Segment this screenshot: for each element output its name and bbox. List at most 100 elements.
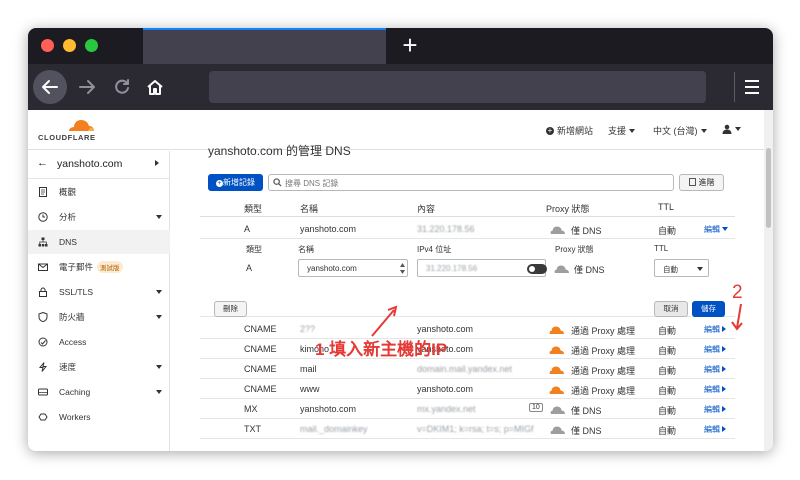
edit-label: 編輯: [704, 325, 720, 334]
sidebar-item-ssl-tls[interactable]: SSL/TLS: [28, 280, 170, 304]
record-ttl: 自動: [658, 326, 677, 336]
record-proxy: 通過 Proxy 處理: [571, 366, 636, 376]
table-row[interactable]: CNAME www yanshoto.com 通過 Proxy 處理 自動 編輯: [200, 379, 735, 399]
ttl-select-value: 自動: [663, 265, 678, 274]
user-icon: [722, 124, 732, 134]
sidebar-item-caching[interactable]: Caching: [28, 380, 170, 404]
cloud-grey-icon: [550, 426, 565, 434]
record-type: CNAME: [244, 324, 277, 334]
cloud-orange-icon: [549, 366, 564, 374]
minimize-window-button[interactable]: [63, 39, 76, 52]
home-button[interactable]: [138, 70, 172, 104]
edit-link[interactable]: 編輯: [704, 224, 728, 235]
record-ttl: 自動: [658, 226, 677, 236]
record-edit-panel: 類型 A 名稱 yanshoto.com IPv4 位址 31.220.178.…: [200, 239, 735, 317]
back-button[interactable]: [33, 70, 67, 104]
ttl-select[interactable]: 自動: [654, 259, 709, 277]
record-name: 2??: [300, 324, 316, 334]
add-record-label: 新增記錄: [223, 178, 255, 187]
col-content: 內容: [417, 204, 436, 214]
home-icon: [147, 80, 163, 95]
page-scrollbar[interactable]: [764, 110, 773, 451]
table-row[interactable]: CNAME 2?? yanshoto.com 通過 Proxy 處理 自動 編輯: [200, 319, 735, 339]
address-bar[interactable]: [209, 71, 706, 103]
web-page: CLOUDFLARE + 新增網站 支援 中文 (台灣) ← yanshoto.…: [28, 110, 773, 451]
add-site-link[interactable]: + 新增網站: [546, 124, 593, 137]
chevron-down-icon: [722, 227, 728, 231]
chevron-down-icon: [735, 127, 741, 131]
table-row[interactable]: CNAME mail domain.mail.yandex.net 通過 Proxy …: [200, 359, 735, 379]
table-row[interactable]: CNAME kimono yanshoto.com 通過 Proxy 處理 自動 編輯: [200, 339, 735, 359]
edit-link[interactable]: 編輯: [704, 324, 726, 335]
sidebar-item-[interactable]: 概觀: [28, 180, 170, 204]
record-proxy: 通過 Proxy 處理: [571, 346, 636, 356]
edit-link[interactable]: 編輯: [704, 364, 726, 375]
sidebar-item-label: 概觀: [59, 187, 77, 197]
chevron-down-icon: [697, 267, 703, 271]
table-row[interactable]: A yanshoto.com 31.220.178.56 僅 DNS 自動 編輯: [200, 219, 735, 239]
browser-window: + CLOUDFLARE + 新增網站 支援 中文 (台灣) ← yanshot…: [28, 28, 773, 451]
chevron-down-icon: [156, 365, 162, 369]
dns-search-input[interactable]: 搜尋 DNS 記錄: [268, 174, 674, 191]
record-content: v=DKIM1; k=rsa; t=s; p=MIGf: [417, 424, 534, 434]
delete-button[interactable]: 刪除: [214, 301, 247, 317]
maximize-window-button[interactable]: [85, 39, 98, 52]
chevron-down-icon: [156, 290, 162, 294]
ttl-label: TTL: [654, 244, 669, 253]
sidebar-item-[interactable]: 電子郵件 測試版: [28, 255, 170, 279]
name-field[interactable]: yanshoto.com: [298, 259, 408, 277]
edit-label: 編輯: [704, 405, 720, 414]
back-arrow-icon[interactable]: ←: [37, 157, 48, 169]
close-window-button[interactable]: [41, 39, 54, 52]
workers-icon: [38, 413, 48, 421]
table-row[interactable]: TXT mail._domainkey v=DKIM1; k=rsa; t=s; p…: [200, 419, 735, 439]
cloudflare-logo[interactable]: CLOUDFLARE: [38, 118, 102, 144]
language-label: 中文 (台灣): [653, 126, 698, 136]
document-icon: [39, 187, 47, 197]
record-ttl: 自動: [658, 346, 677, 356]
record-type: MX: [244, 404, 258, 414]
sidebar-item-[interactable]: 分析: [28, 205, 170, 229]
advanced-button[interactable]: 進階: [679, 174, 724, 191]
sidebar-item-[interactable]: 防火牆: [28, 305, 170, 329]
site-selector[interactable]: ← yanshoto.com: [28, 151, 170, 179]
edit-link[interactable]: 編輯: [704, 404, 726, 415]
col-type: 類型: [244, 204, 263, 214]
app-menu-button[interactable]: [740, 72, 768, 102]
record-type: CNAME: [244, 344, 277, 354]
scrollbar-thumb[interactable]: [766, 148, 771, 228]
edit-link[interactable]: 編輯: [704, 384, 726, 395]
record-content: yanshoto.com: [417, 384, 474, 394]
chevron-down-icon: [629, 128, 636, 133]
add-record-button[interactable]: +新增記錄: [208, 174, 263, 191]
page-title: yanshoto.com 的管理 DNS: [208, 144, 351, 158]
chevron-right-icon: [722, 366, 726, 372]
browser-tab[interactable]: [143, 28, 386, 64]
sidebar-item-label: Access: [59, 337, 87, 347]
user-menu[interactable]: [722, 124, 741, 134]
support-menu[interactable]: 支援: [608, 124, 636, 137]
chevron-down-icon: [156, 390, 162, 394]
reload-button[interactable]: [105, 70, 139, 104]
record-name: yanshoto.com: [300, 404, 357, 414]
sidebar-item-[interactable]: 速度: [28, 355, 170, 379]
sidebar-item-label: 電子郵件 測試版: [59, 261, 123, 273]
cancel-button[interactable]: 取消: [654, 301, 688, 317]
advanced-label: 進階: [698, 178, 715, 187]
language-menu[interactable]: 中文 (台灣): [653, 124, 707, 137]
record-name: www: [300, 384, 320, 394]
table-row[interactable]: MX yanshoto.com mx.yandex.net 10 僅 DNS 自動 編輯: [200, 399, 735, 419]
plus-circle-icon: +: [216, 180, 223, 187]
edit-label: 編輯: [704, 345, 720, 354]
sidebar-item-dns[interactable]: DNS: [28, 230, 170, 254]
record-ttl: 自動: [658, 426, 677, 436]
save-button[interactable]: 儲存: [692, 301, 725, 317]
arrow-right-icon: [79, 80, 95, 94]
edit-link[interactable]: 編輯: [704, 344, 726, 355]
edit-link[interactable]: 編輯: [704, 424, 726, 435]
forward-button[interactable]: [70, 70, 104, 104]
proxy-toggle[interactable]: [527, 264, 547, 274]
sidebar-item-access[interactable]: Access: [28, 330, 170, 354]
sidebar-item-workers[interactable]: Workers: [28, 405, 170, 429]
new-tab-button[interactable]: +: [395, 31, 425, 61]
